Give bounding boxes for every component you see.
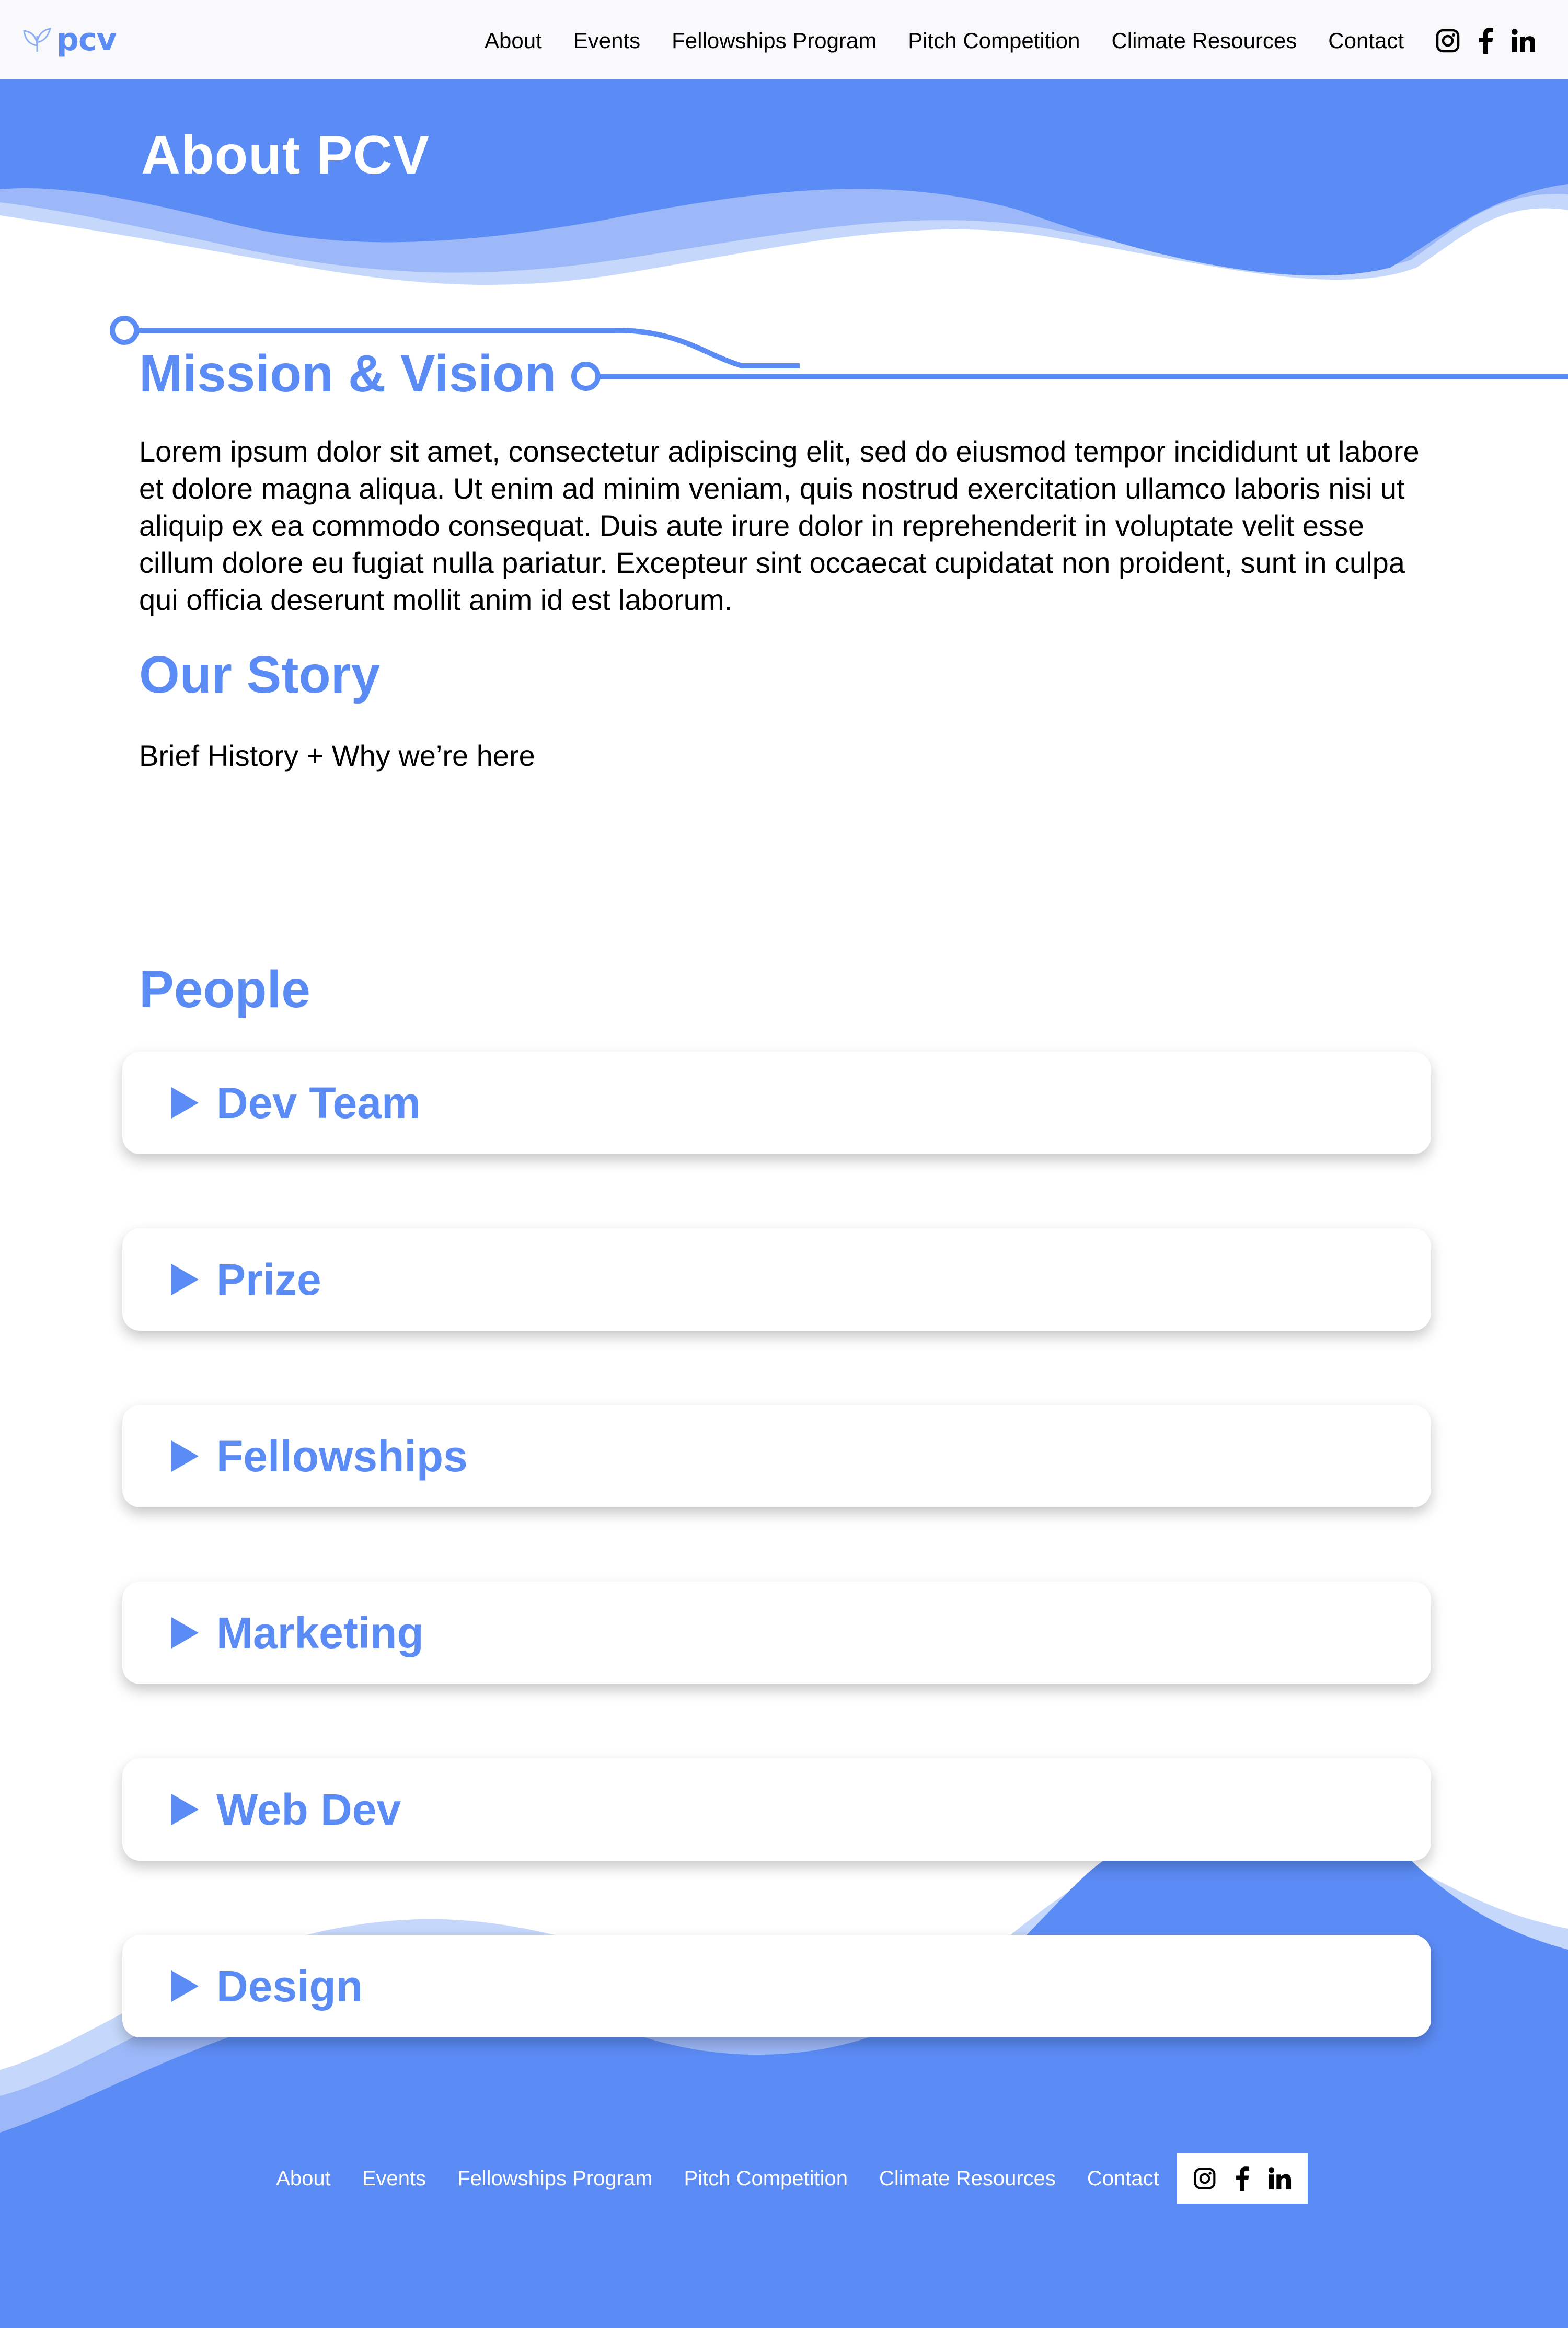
our-story-text: Brief History + Why we’re here — [139, 739, 535, 772]
accordion-item-web-dev[interactable]: Web Dev — [122, 1758, 1431, 1861]
expand-arrow-icon — [171, 1087, 199, 1119]
accordion-label: Fellowships — [216, 1431, 468, 1481]
instagram-icon[interactable] — [1435, 28, 1460, 53]
hero-banner — [0, 79, 1568, 299]
nav-link-events[interactable]: Events — [573, 28, 640, 53]
instagram-icon[interactable] — [1193, 2167, 1216, 2190]
accordion-item-marketing[interactable]: Marketing — [122, 1582, 1431, 1684]
expand-arrow-icon — [171, 1970, 199, 2002]
footer-link-events[interactable]: Events — [362, 2167, 426, 2191]
logo[interactable]: pcv — [22, 19, 117, 61]
main-nav: About Events Fellowships Program Pitch C… — [485, 25, 1568, 56]
mission-vision-heading: Mission & Vision — [139, 344, 557, 403]
expand-arrow-icon — [171, 1264, 199, 1295]
linkedin-icon[interactable] — [1268, 2167, 1292, 2190]
footer-link-about[interactable]: About — [276, 2167, 331, 2191]
top-navbar: pcv About Events Fellowships Program Pit… — [0, 0, 1568, 79]
accordion-label: Design — [216, 1961, 363, 2011]
nav-link-pitch-competition[interactable]: Pitch Competition — [908, 28, 1080, 53]
expand-arrow-icon — [171, 1440, 199, 1472]
accordion-item-design[interactable]: Design — [122, 1935, 1431, 2037]
logo-text: pcv — [56, 21, 117, 58]
expand-arrow-icon — [171, 1617, 199, 1649]
nav-link-about[interactable]: About — [485, 28, 542, 53]
accordion-label: Web Dev — [216, 1784, 401, 1834]
expand-arrow-icon — [171, 1794, 199, 1825]
footer-link-climate-resources[interactable]: Climate Resources — [879, 2167, 1056, 2191]
facebook-icon[interactable] — [1478, 28, 1494, 54]
footer-background — [0, 1850, 1568, 2328]
nav-link-contact[interactable]: Contact — [1328, 28, 1404, 53]
page-title: About PCV — [141, 125, 430, 186]
linkedin-icon[interactable] — [1512, 29, 1536, 53]
footer-nav: About Events Fellowships Program Pitch C… — [0, 2153, 1568, 2204]
footer-link-pitch-competition[interactable]: Pitch Competition — [684, 2167, 848, 2191]
accordion-item-prize[interactable]: Prize — [122, 1228, 1431, 1331]
nav-social-icons — [1435, 28, 1536, 54]
nav-link-climate-resources[interactable]: Climate Resources — [1111, 28, 1297, 53]
accordion-item-fellowships[interactable]: Fellowships — [122, 1405, 1431, 1507]
accordion-item-dev-team[interactable]: Dev Team — [122, 1052, 1431, 1154]
accordion-label: Prize — [216, 1254, 321, 1304]
mission-vision-text: Lorem ipsum dolor sit amet, consectetur … — [139, 435, 1420, 616]
people-heading: People — [139, 960, 310, 1019]
accordion-label: Dev Team — [216, 1078, 421, 1127]
our-story-heading: Our Story — [139, 646, 381, 704]
facebook-icon[interactable] — [1235, 2166, 1250, 2191]
footer-link-contact[interactable]: Contact — [1087, 2167, 1159, 2191]
nav-link-fellowships-program[interactable]: Fellowships Program — [672, 28, 877, 53]
footer-social-icons — [1177, 2153, 1308, 2204]
accordion-label: Marketing — [216, 1608, 424, 1657]
leaf-icon — [22, 25, 52, 55]
footer-link-fellowships-program[interactable]: Fellowships Program — [457, 2167, 652, 2191]
